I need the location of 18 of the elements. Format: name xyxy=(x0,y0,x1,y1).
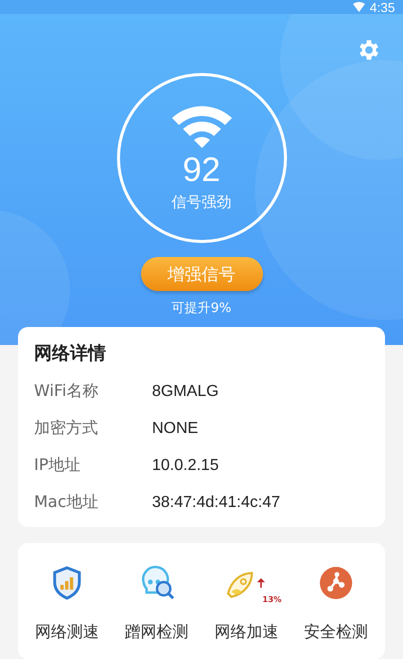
detail-label: 加密方式 xyxy=(34,418,99,439)
detail-value: 38:47:4d:41:4c:47 xyxy=(152,494,280,512)
detail-value: 10.0.2.15 xyxy=(152,456,219,474)
detail-label: WiFi名称 xyxy=(34,381,100,402)
detail-value: NONE xyxy=(152,420,198,438)
detail-value: 8GMALG xyxy=(152,382,219,400)
tool-button[interactable]: 网络测速 xyxy=(34,559,99,659)
details-title: 网络详情 xyxy=(34,342,107,365)
detail-label: Mac地址 xyxy=(34,492,100,513)
signal-score: 92 xyxy=(182,151,220,189)
wifi-status-icon xyxy=(352,2,365,12)
tool-button[interactable]: 安全检测 xyxy=(304,559,368,659)
signal-label: 信号强劲 xyxy=(172,193,232,212)
detail-label: IP地址 xyxy=(34,455,82,476)
tool-button[interactable]: 蹭网检测 xyxy=(124,559,189,659)
status-time: 4:35 xyxy=(370,0,395,14)
boost-hint: 可提升9% xyxy=(172,300,232,317)
boost-percent: 13% xyxy=(262,595,282,604)
